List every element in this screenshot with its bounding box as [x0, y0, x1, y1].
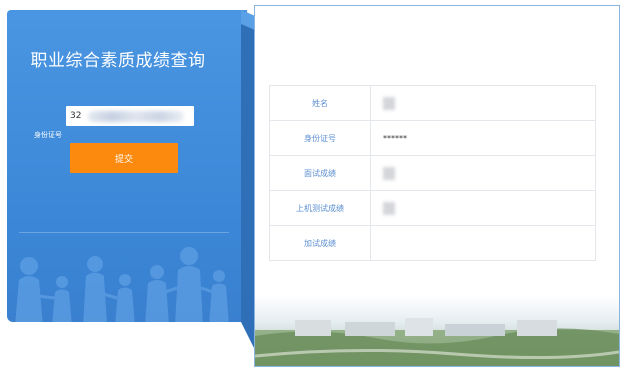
- table-row: 姓名: [269, 85, 596, 121]
- extra-test-score-label: 加试成绩: [269, 225, 371, 261]
- id-number-label: 身份证号: [269, 120, 371, 156]
- panel-divider: [19, 232, 229, 233]
- table-row: 上机测试成绩: [269, 190, 596, 226]
- id-number-value: ******: [370, 120, 596, 156]
- redacted-blur: [383, 96, 395, 110]
- page-title: 职业综合素质成绩查询: [30, 51, 206, 71]
- computer-test-score-value: [370, 190, 596, 226]
- computer-test-score-label: 上机测试成绩: [269, 190, 371, 226]
- table-row: 面试成绩: [269, 155, 596, 191]
- interview-score-value: [370, 155, 596, 191]
- extra-test-score-value: [370, 225, 596, 261]
- redacted-blur: [383, 166, 395, 180]
- name-value: [370, 85, 596, 121]
- interview-score-label: 面试成绩: [269, 155, 371, 191]
- table-row: 身份证号 ******: [269, 120, 596, 156]
- submit-button[interactable]: 提交: [70, 143, 178, 173]
- panel-fold: [241, 10, 255, 350]
- id-number-label: 身份证号: [34, 131, 62, 139]
- redacted-blur: [88, 111, 184, 122]
- result-table: 姓名 身份证号 ****** 面试成绩 上机测试成绩 加试成绩: [269, 85, 596, 261]
- name-label: 姓名: [269, 85, 371, 121]
- people-silhouette-icon: [15, 247, 229, 322]
- table-row: 加试成绩: [269, 225, 596, 261]
- campus-photo: [255, 296, 619, 366]
- redacted-blur: [383, 201, 395, 215]
